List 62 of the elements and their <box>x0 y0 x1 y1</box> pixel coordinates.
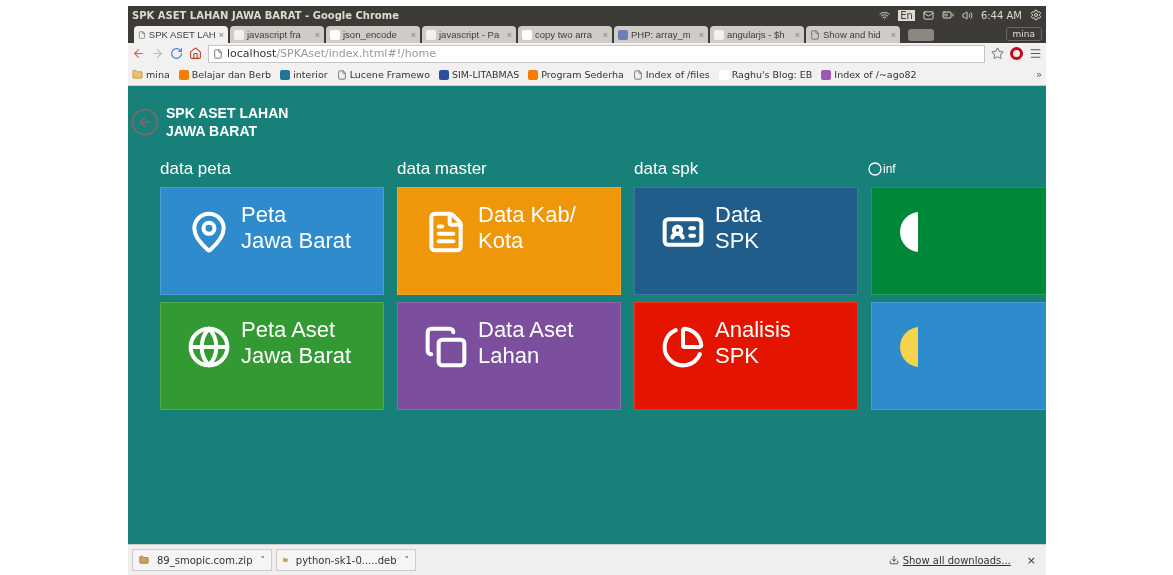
language-indicator[interactable]: En <box>898 9 915 21</box>
reload-icon[interactable] <box>170 47 183 60</box>
settings-icon[interactable] <box>1030 9 1042 21</box>
page-icon <box>213 48 223 59</box>
menu-tile[interactable]: Data Aset Lahan <box>397 302 621 410</box>
copy-icon <box>424 325 468 369</box>
package-icon <box>139 554 149 566</box>
menu-tile[interactable] <box>871 187 1046 295</box>
group-label: data spk <box>634 158 699 180</box>
bookmark-item[interactable]: Index of /files <box>632 69 710 80</box>
browser-tab[interactable]: angularjs - $h × <box>710 26 804 43</box>
bookmark-star-icon[interactable] <box>991 47 1004 60</box>
window-title: SPK ASET LAHAN JAWA BARAT - Google Chrome <box>132 9 400 21</box>
address-field[interactable]: localhost/SPKAset/index.html#!/home <box>208 44 985 63</box>
app-title: SPK ASET LAHAN JAWA BARAT <box>166 104 289 140</box>
page-icon <box>632 69 643 80</box>
menu-tile[interactable]: Peta Aset Jawa Barat <box>160 302 384 410</box>
home-icon[interactable] <box>189 47 202 60</box>
globe-icon <box>187 325 231 369</box>
bookmark-item[interactable]: SIM-LITABMAS <box>438 69 520 80</box>
group-label: inf <box>883 161 896 178</box>
menu-icon[interactable] <box>1029 47 1042 60</box>
ring-icon[interactable] <box>1010 47 1023 60</box>
page-icon <box>336 69 347 80</box>
volume-icon[interactable] <box>961 9 973 21</box>
mail-icon[interactable] <box>922 9 934 21</box>
clock[interactable]: 6:44 AM <box>980 9 1022 21</box>
download-item[interactable]: 89_smopic.com.zip ˅ <box>132 549 272 571</box>
battery-icon[interactable] <box>941 9 954 21</box>
profile-button[interactable]: mina <box>1005 27 1042 41</box>
circle-icon <box>868 162 882 176</box>
browser-tab[interactable]: copy two arra × <box>518 26 612 43</box>
browser-tab[interactable]: PHP: array_m × <box>614 26 708 43</box>
bookmark-item[interactable]: mina <box>132 69 170 80</box>
browser-tab[interactable]: javascript fra × <box>230 26 324 43</box>
menu-tile[interactable]: Analisis SPK <box>634 302 858 410</box>
download-icon <box>888 555 899 565</box>
wifi-icon[interactable] <box>879 9 891 21</box>
bookmark-item[interactable]: Raghu's Blog: EB <box>718 69 813 80</box>
show-all-downloads-link[interactable]: Show all downloads... <box>888 554 1011 566</box>
browser-tab[interactable]: json_encode × <box>326 26 420 43</box>
page-icon <box>810 29 820 40</box>
browser-tab[interactable]: Show and hid × <box>806 26 900 43</box>
page-icon <box>138 29 146 40</box>
folder-icon <box>132 69 143 80</box>
browser-tab[interactable]: javascript - Pa × <box>422 26 516 43</box>
pie-chart-icon <box>661 325 705 369</box>
bookmark-item[interactable]: Program Sederha <box>528 69 624 80</box>
more-bookmarks-button[interactable]: » <box>1035 69 1042 80</box>
bookmark-item[interactable]: Belajar dan Berb <box>178 69 272 80</box>
menu-tile[interactable]: Peta Jawa Barat <box>160 187 384 295</box>
bookmark-item[interactable]: Index of /~ago82 <box>821 69 917 80</box>
group-label: data peta <box>160 158 231 180</box>
bookmark-item[interactable]: interior <box>280 69 328 80</box>
back-icon[interactable] <box>132 47 145 60</box>
download-item[interactable]: python-sk1-0.....deb ˅ <box>276 549 416 571</box>
group-label: data master <box>397 158 487 180</box>
menu-tile[interactable] <box>871 302 1046 410</box>
browser-tab[interactable]: SPK ASET LAH × <box>134 26 228 43</box>
close-downloads-button[interactable]: × <box>1026 553 1036 567</box>
menu-tile[interactable]: Data SPK <box>634 187 858 295</box>
bookmark-item[interactable]: Lucene Framewo <box>336 69 430 80</box>
